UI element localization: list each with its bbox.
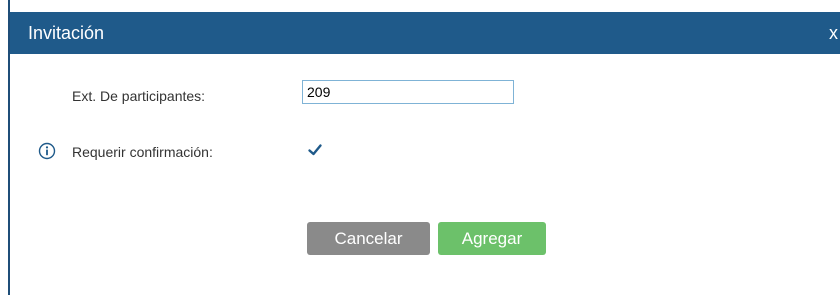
require-confirmation-label: Requerir confirmación: [72, 144, 213, 160]
close-button[interactable]: x [829, 23, 838, 43]
info-icon[interactable] [38, 142, 56, 160]
cancel-button[interactable]: Cancelar [307, 222, 430, 255]
dialog-title: Invitación [28, 23, 105, 43]
checkmark-icon [306, 141, 324, 159]
dialog-titlebar: Invitación x [10, 12, 840, 54]
invitation-dialog: Invitación x Ext. De participantes: Requ… [0, 0, 840, 295]
ext-participants-label: Ext. De participantes: [72, 88, 206, 104]
ext-participants-input[interactable] [302, 80, 514, 104]
require-confirmation-checkbox[interactable] [306, 141, 324, 159]
add-button[interactable]: Agregar [438, 222, 546, 255]
window-left-edge [0, 0, 10, 295]
